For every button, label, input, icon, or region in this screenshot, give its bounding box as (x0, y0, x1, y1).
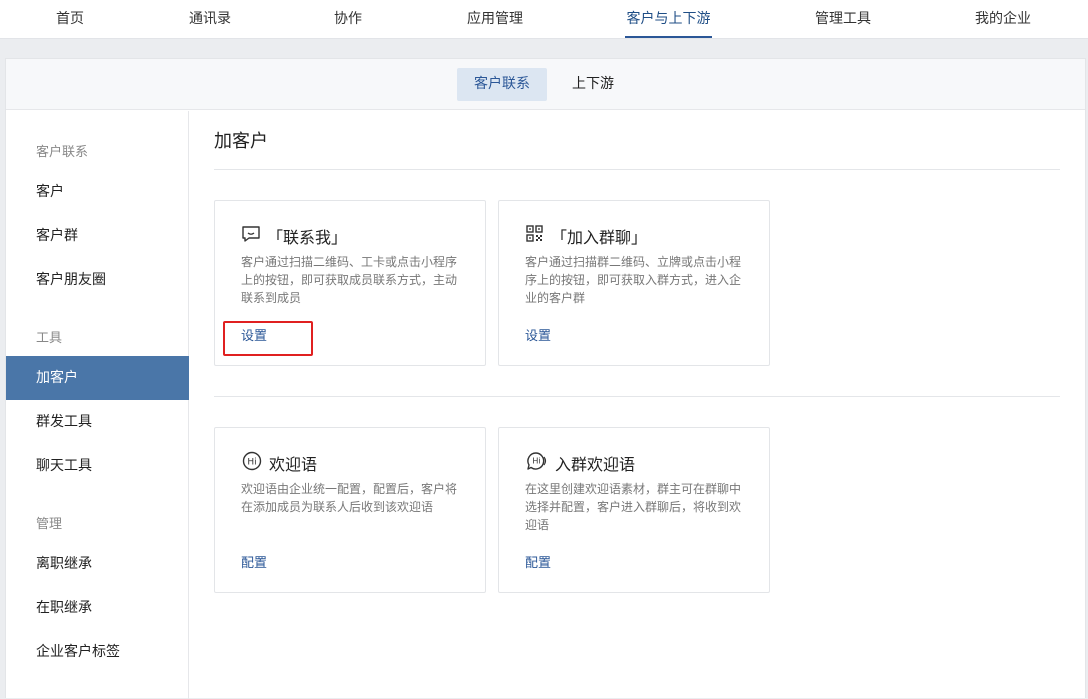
card-group-welcome-message-title: 入群欢迎语 (555, 455, 636, 474)
card-join-group-chat-description: 客户通过扫描群二维码、立牌或点击小程序上的按钮，即可获取入群方式，进入企业的客户… (525, 255, 742, 305)
subtab-bar: 客户联系 上下游 (6, 59, 1085, 110)
topnav-my-enterprise[interactable]: 我的企业 (969, 0, 1037, 39)
tab-customer-contact[interactable]: 客户联系 (457, 68, 547, 101)
card-welcome-message: Hi 欢迎语 欢迎语由企业统一配置，配置后，客户将在添加成员为联系人后收到该欢迎… (214, 427, 486, 593)
topnav-collaboration[interactable]: 协作 (326, 0, 370, 39)
main-panel: 客户联系 上下游 客户联系 客户 客户群 客户朋友圈 工具 加客户 群发工具 聊… (5, 58, 1086, 699)
card-welcome-message-description: 欢迎语由企业统一配置，配置后，客户将在添加成员为联系人后收到该欢迎语 (241, 482, 458, 514)
section-divider (214, 396, 1060, 397)
group-welcome-message-configure-link[interactable]: 配置 (525, 552, 551, 571)
highlight-box (223, 321, 313, 356)
join-group-chat-settings-link[interactable]: 设置 (525, 325, 551, 344)
card-join-group-chat: 「加入群聊」 客户通过扫描群二维码、立牌或点击小程序上的按钮，即可获取入群方式，… (498, 200, 770, 366)
card-join-group-chat-header: 「加入群聊」 (525, 224, 647, 248)
card-welcome-message-title: 欢迎语 (269, 455, 318, 474)
svg-text:Hi: Hi (247, 458, 256, 468)
chat-bubble-icon (241, 225, 267, 247)
topnav-customers-upstream-downstream[interactable]: 客户与上下游 (625, 0, 712, 39)
topnav-home[interactable]: 首页 (44, 0, 96, 39)
sidebar-item-customers[interactable]: 客户 (6, 170, 189, 214)
sidebar-group-customer-contact: 客户联系 (36, 145, 89, 160)
tab-upstream-downstream[interactable]: 上下游 (555, 68, 631, 101)
sidebar-item-mass-send[interactable]: 群发工具 (6, 400, 189, 444)
topnav-contacts[interactable]: 通讯录 (182, 0, 238, 39)
hi-bubble-icon: Hi (525, 451, 555, 475)
sidebar-group-management: 管理 (36, 517, 63, 532)
sidebar-item-chat-tools[interactable]: 聊天工具 (6, 444, 189, 488)
top-navigation: 首页 通讯录 协作 应用管理 客户与上下游 管理工具 我的企业 (0, 0, 1088, 39)
sidebar-item-customer-moments[interactable]: 客户朋友圈 (6, 258, 189, 302)
sidebar-item-customer-tags[interactable]: 企业客户标签 (6, 630, 189, 674)
sidebar-item-onjob-inherit[interactable]: 在职继承 (6, 586, 189, 630)
sidebar-group-tools: 工具 (36, 331, 63, 346)
card-contact-me-description: 客户通过扫描二维码、工卡或点击小程序上的按钮，即可获取成员联系方式，主动联系到成… (241, 255, 458, 305)
hi-icon: Hi (241, 451, 269, 475)
card-contact-me: 「联系我」 客户通过扫描二维码、工卡或点击小程序上的按钮，即可获取成员联系方式，… (214, 200, 486, 366)
card-group-welcome-message: Hi 入群欢迎语 在这里创建欢迎语素材，群主可在群聊中选择并配置，客户进入群聊后… (498, 427, 770, 593)
topnav-management-tools[interactable]: 管理工具 (810, 0, 876, 39)
sidebar-item-customer-groups[interactable]: 客户群 (6, 214, 189, 258)
sidebar-item-add-customer[interactable]: 加客户 (6, 356, 189, 400)
sidebar: 客户联系 客户 客户群 客户朋友圈 工具 加客户 群发工具 聊天工具 管理 离职… (6, 111, 189, 699)
page-title: 加客户 (214, 131, 268, 152)
sidebar-item-resign-inherit[interactable]: 离职继承 (6, 542, 189, 586)
welcome-message-configure-link[interactable]: 配置 (241, 552, 267, 571)
card-contact-me-header: 「联系我」 (241, 224, 347, 248)
qr-code-icon (525, 225, 551, 247)
card-join-group-chat-title: 「加入群聊」 (551, 228, 648, 247)
topnav-app-management[interactable]: 应用管理 (460, 0, 530, 39)
svg-text:Hi: Hi (532, 457, 540, 466)
card-group-welcome-message-header: Hi 入群欢迎语 (525, 451, 635, 475)
card-welcome-message-header: Hi 欢迎语 (241, 451, 317, 475)
contact-me-settings-link[interactable]: 设置 (241, 325, 267, 344)
card-contact-me-title: 「联系我」 (267, 228, 348, 247)
title-divider (214, 169, 1060, 170)
card-group-welcome-message-description: 在这里创建欢迎语素材，群主可在群聊中选择并配置，客户进入群聊后，将收到欢迎语 (525, 482, 742, 532)
